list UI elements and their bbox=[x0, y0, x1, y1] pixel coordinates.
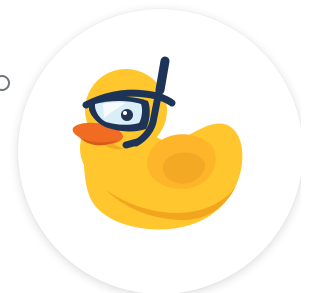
image-stage bbox=[0, 0, 301, 293]
duck-with-snorkel-icon bbox=[72, 56, 243, 230]
